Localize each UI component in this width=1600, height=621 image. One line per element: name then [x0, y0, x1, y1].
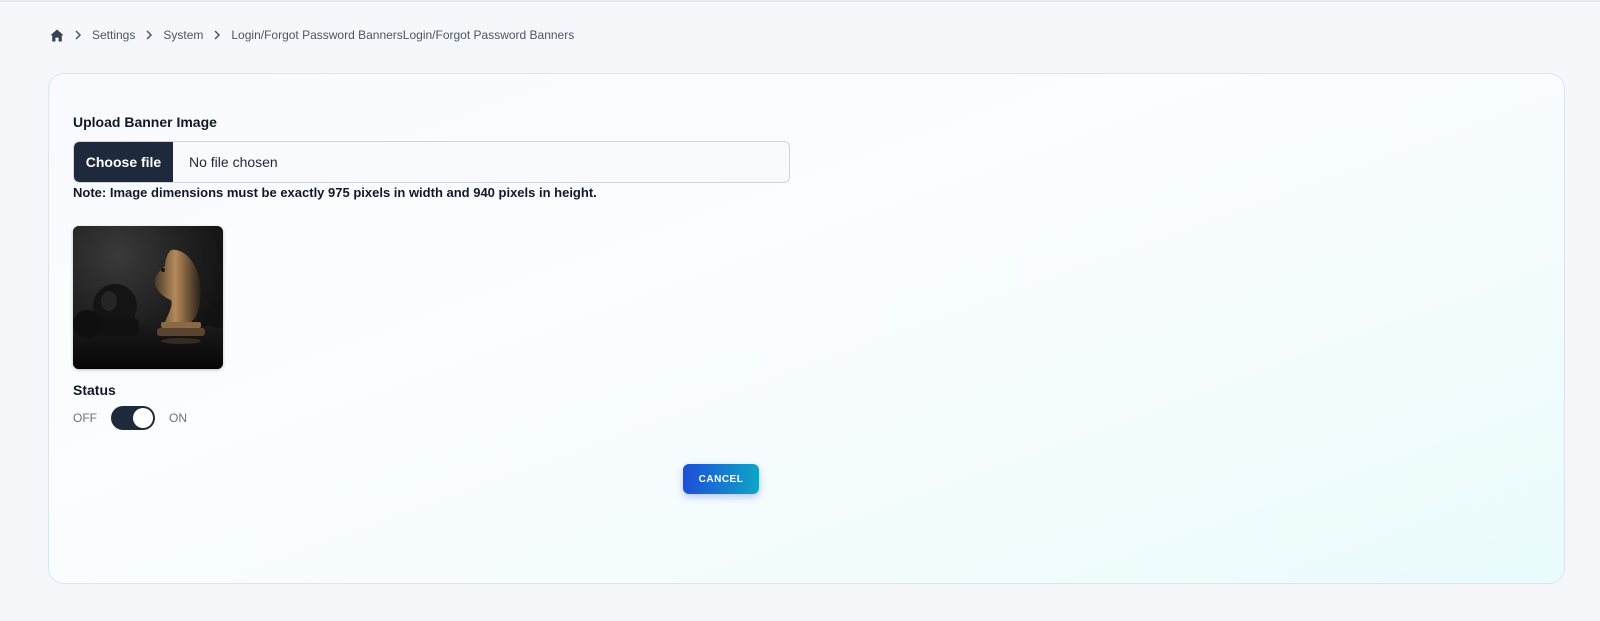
banner-file-input[interactable]: Choose file No file chosen [73, 141, 790, 183]
banner-preview-image [73, 226, 223, 369]
status-label: Status [73, 382, 116, 398]
breadcrumb-settings[interactable]: Settings [92, 28, 135, 42]
toggle-on-label: ON [169, 411, 187, 425]
banner-form-card: Upload Banner Image Choose file No file … [48, 73, 1565, 584]
top-divider [0, 0, 1600, 2]
breadcrumb-system[interactable]: System [163, 28, 203, 42]
cancel-button[interactable]: CANCEL [683, 464, 759, 494]
breadcrumb-current: Login/Forgot Password BannersLogin/Forgo… [231, 28, 575, 42]
status-toggle-row: OFF ON [73, 406, 187, 430]
choose-file-button[interactable]: Choose file [74, 142, 173, 182]
chevron-right-icon [72, 29, 84, 41]
toggle-off-label: OFF [73, 411, 97, 425]
file-status-text: No file chosen [189, 154, 278, 170]
chevron-right-icon [143, 29, 155, 41]
breadcrumb: Settings System Login/Forgot Password Ba… [50, 26, 574, 44]
upload-banner-label: Upload Banner Image [73, 114, 217, 130]
toggle-knob [133, 408, 153, 428]
status-toggle[interactable] [111, 406, 155, 430]
home-icon[interactable] [50, 29, 64, 42]
chevron-right-icon [211, 29, 223, 41]
dimension-note: Note: Image dimensions must be exactly 9… [73, 185, 597, 200]
